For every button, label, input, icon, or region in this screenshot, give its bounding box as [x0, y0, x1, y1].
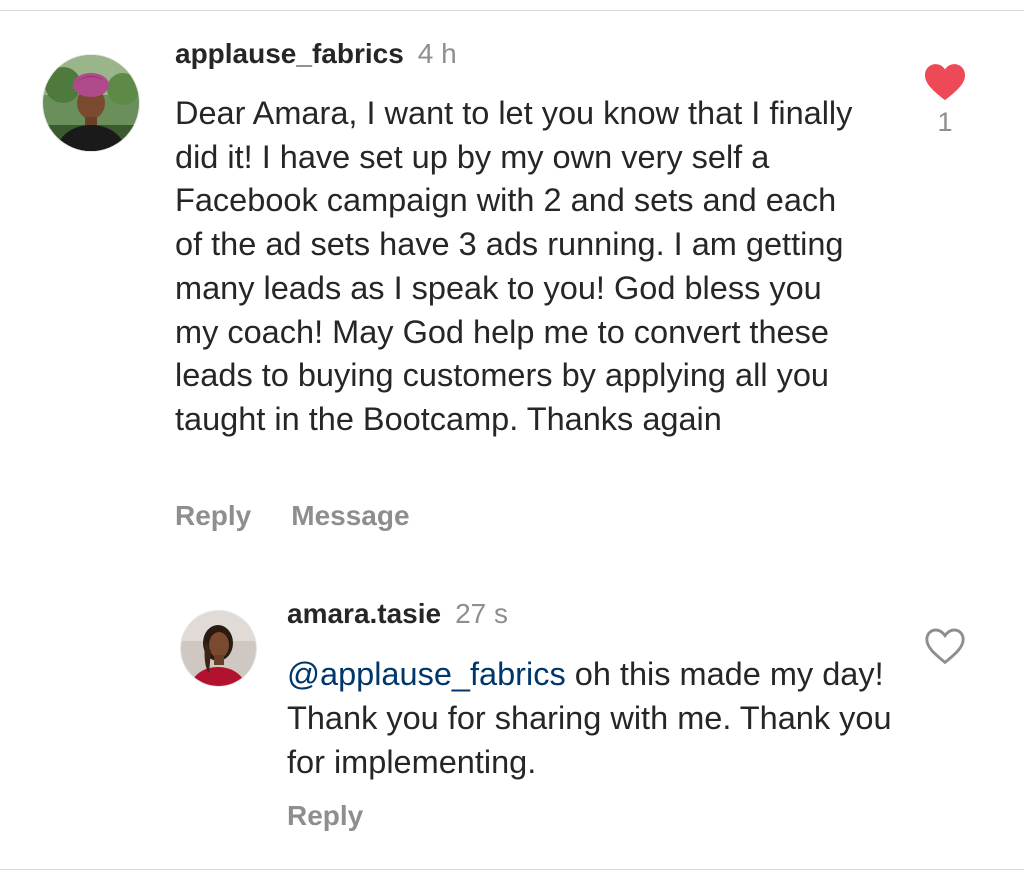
mention-link[interactable]: @applause_fabrics	[287, 656, 566, 692]
reply-button[interactable]: Reply	[287, 800, 363, 831]
avatar[interactable]	[180, 610, 257, 687]
like-count: 1	[937, 107, 953, 137]
reply-button[interactable]: Reply	[175, 500, 251, 531]
username[interactable]: applause_fabrics	[175, 38, 404, 69]
top-divider	[0, 10, 1024, 11]
timestamp: 4 h	[417, 38, 457, 69]
username[interactable]: amara.tasie	[287, 598, 441, 629]
timestamp: 27 s	[455, 598, 509, 629]
heart-outline-icon	[925, 628, 965, 665]
avatar-photo	[43, 55, 139, 151]
like-button[interactable]: 1	[918, 62, 972, 138]
avatar[interactable]	[42, 54, 140, 152]
avatar-photo	[181, 611, 256, 686]
comment-header: amara.tasie 27 s	[287, 598, 508, 630]
comment-text: Dear Amara, I want to let you know that …	[175, 95, 853, 437]
like-button[interactable]	[918, 626, 972, 671]
comment-text: @applause_fabrics oh this made my day! T…	[287, 652, 927, 784]
message-button[interactable]: Message	[291, 500, 409, 531]
comment-actions: Reply Message	[175, 500, 450, 532]
heart-filled-icon	[925, 64, 965, 101]
comment-actions: Reply	[287, 800, 403, 832]
bottom-divider	[0, 869, 1024, 870]
comment-header: applause_fabrics 4 h	[175, 38, 457, 70]
